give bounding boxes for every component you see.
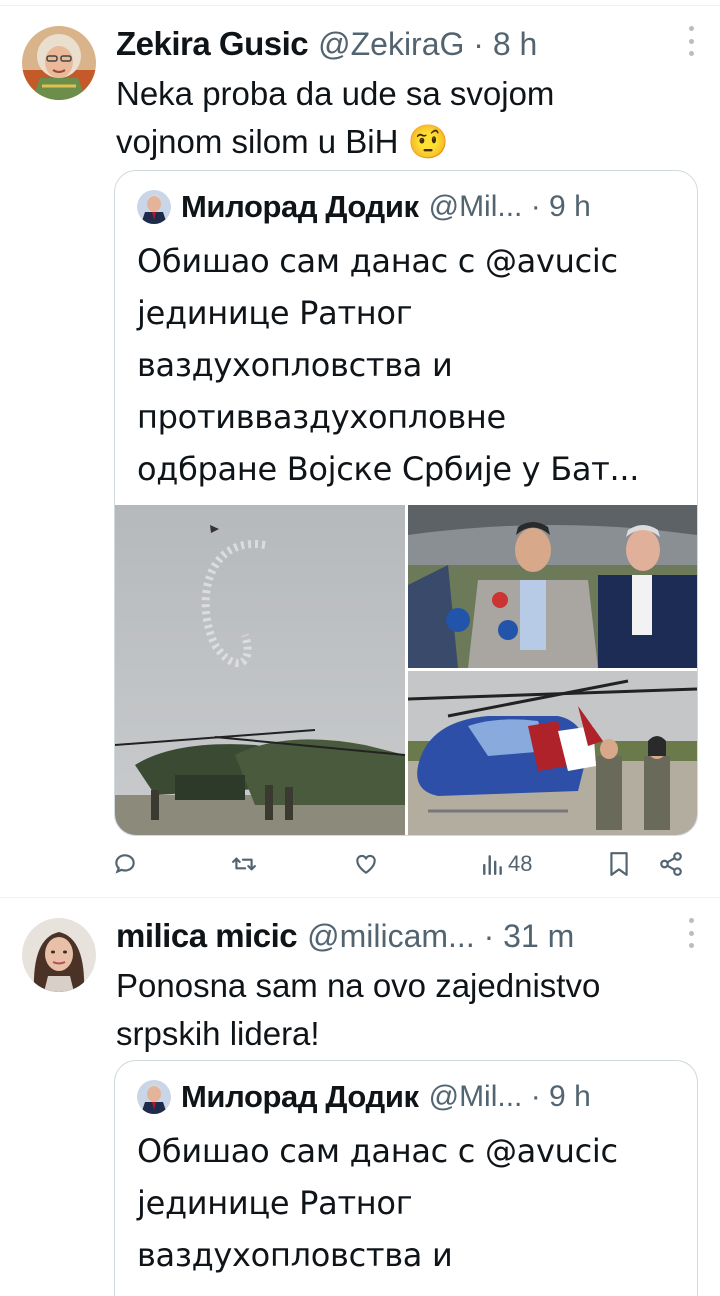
quoted-avatar bbox=[137, 1080, 171, 1114]
quoted-tweet[interactable]: Милорад Додик @Mil... · 9 h Обишао сам д… bbox=[114, 170, 698, 836]
quoted-avatar bbox=[137, 190, 171, 224]
views-count: 48 bbox=[508, 851, 533, 876]
share-button[interactable] bbox=[658, 844, 684, 884]
quoted-tweet-text: Обишао сам данас с @avucic јединице Ратн… bbox=[137, 1132, 618, 1274]
quoted-author-handle-time: @Mil... · 9 h bbox=[428, 1080, 591, 1113]
avatar[interactable] bbox=[22, 26, 96, 100]
retweet-button[interactable] bbox=[230, 844, 258, 884]
retweet-icon bbox=[232, 857, 256, 871]
like-button[interactable] bbox=[352, 844, 380, 884]
quoted-tweet-text: Обишао сам данас с @avucic јединице Ратн… bbox=[137, 242, 640, 488]
tweet-actions: 48 bbox=[112, 844, 692, 884]
views-button[interactable]: 48 bbox=[482, 844, 532, 884]
reply-button[interactable] bbox=[112, 844, 138, 884]
like-icon bbox=[356, 854, 376, 874]
author-name[interactable]: Zekira Gusic bbox=[116, 25, 309, 63]
more-icon[interactable] bbox=[686, 918, 696, 948]
views-icon bbox=[483, 855, 502, 876]
officials-press-photo[interactable] bbox=[408, 505, 697, 668]
quoted-author-handle-time: @Mil... · 9 h bbox=[428, 190, 591, 223]
media-grid bbox=[115, 505, 697, 835]
top-divider bbox=[0, 0, 720, 6]
tweet[interactable]: milica micic @milicam... · 31 m Ponosna … bbox=[0, 900, 720, 1296]
tweet-header: milica micic @milicam... · 31 m bbox=[116, 914, 700, 958]
author-name[interactable]: milica micic bbox=[116, 917, 298, 955]
quoted-tweet-header: Милорад Додик @Mil... · 9 h bbox=[137, 185, 681, 229]
tweet-text: Ponosna sam na ovo zajednistvo srpskih l… bbox=[116, 967, 601, 1052]
bookmark-button[interactable] bbox=[608, 844, 630, 884]
author-handle-time[interactable]: @milicam... · 31 m bbox=[307, 918, 574, 955]
avatar[interactable] bbox=[22, 918, 96, 992]
bookmark-icon bbox=[610, 852, 628, 876]
quoted-author-name: Милорад Додик bbox=[181, 189, 419, 224]
tweet[interactable]: Zekira Gusic @ZekiraG · 8 h Neka proba d… bbox=[0, 8, 720, 898]
share-icon bbox=[660, 852, 682, 876]
quoted-tweet[interactable]: Милорад Додик @Mil... · 9 h Обишао сам д… bbox=[114, 1060, 698, 1296]
tweet-header: Zekira Gusic @ZekiraG · 8 h bbox=[116, 22, 700, 66]
tweet-text: Neka proba da ude sa svojom vojnom silom… bbox=[116, 75, 555, 160]
quoted-author-name: Милорад Додик bbox=[181, 1079, 419, 1114]
helicopter-crew-photo[interactable] bbox=[408, 671, 697, 835]
more-icon[interactable] bbox=[686, 26, 696, 56]
reply-icon bbox=[115, 854, 135, 874]
quoted-tweet-header: Милорад Додик @Mil... · 9 h bbox=[137, 1075, 681, 1119]
helicopters-airshow-photo[interactable] bbox=[115, 505, 405, 835]
author-handle-time[interactable]: @ZekiraG · 8 h bbox=[318, 26, 537, 63]
